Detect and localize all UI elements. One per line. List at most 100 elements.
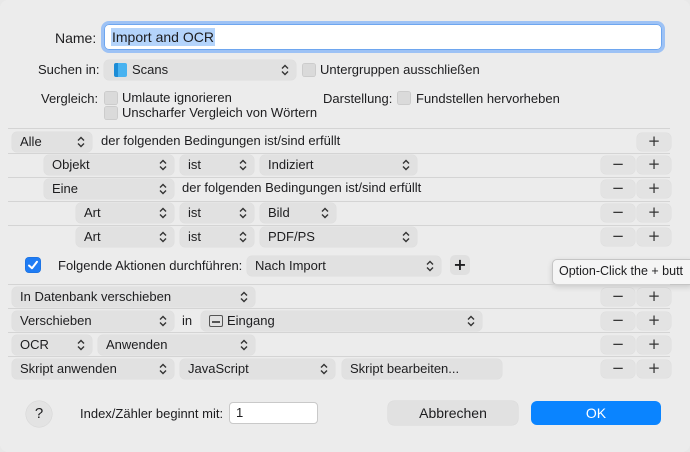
- chevron-updown-icon: [158, 155, 168, 175]
- condition-field-popup[interactable]: Objekt: [44, 155, 174, 175]
- chevron-updown-icon: [238, 155, 248, 175]
- exclude-subgroups-checkbox[interactable]: [302, 63, 316, 77]
- destination-popup[interactable]: Eingang: [201, 311, 482, 331]
- group-mode-popup[interactable]: Eine: [44, 179, 174, 199]
- action-type-popup[interactable]: OCR: [12, 335, 92, 355]
- search-location-value: Scans: [132, 62, 169, 77]
- perform-actions-label: Folgende Aktionen durchführen:: [58, 258, 243, 273]
- remove-condition-button[interactable]: −: [601, 204, 635, 222]
- add-condition-button[interactable]: +: [637, 156, 671, 174]
- perform-actions-checkbox[interactable]: [25, 257, 41, 273]
- action-type-popup[interactable]: Verschieben: [12, 311, 174, 331]
- action-type-popup[interactable]: Skript anwenden: [12, 359, 174, 379]
- divider: [8, 201, 670, 202]
- divider: [8, 153, 670, 154]
- chevron-updown-icon: [401, 155, 411, 175]
- chevron-updown-icon: [76, 132, 86, 152]
- divider: [8, 225, 670, 226]
- destination-value: Eingang: [227, 313, 275, 328]
- divider: [8, 128, 670, 129]
- script-language-popup[interactable]: JavaScript: [180, 359, 335, 379]
- chevron-updown-icon: [158, 179, 168, 199]
- add-action-button[interactable]: +: [637, 312, 671, 330]
- action-trigger-popup[interactable]: Nach Import: [247, 256, 441, 276]
- smart-rule-dialog: Name: Import and OCR Suchen in: Scans Un…: [0, 0, 690, 452]
- add-action-button[interactable]: +: [637, 288, 671, 306]
- add-condition-button[interactable]: +: [637, 228, 671, 246]
- in-label: in: [182, 313, 193, 328]
- ok-button[interactable]: OK: [531, 401, 661, 425]
- tooltip: Option-Click the + butt: [552, 259, 690, 285]
- ocr-mode-popup[interactable]: Anwenden: [98, 335, 255, 355]
- condition-value-popup[interactable]: Bild: [260, 203, 336, 223]
- ignore-umlauts-checkbox[interactable]: [104, 91, 118, 105]
- highlight-matches-label: Fundstellen hervorheben: [416, 91, 560, 106]
- condition-value-popup[interactable]: PDF/PS: [260, 227, 417, 247]
- condition-field-value: Art: [84, 205, 101, 220]
- condition-operator-value: ist: [188, 205, 201, 220]
- index-start-input[interactable]: 1: [229, 402, 318, 424]
- edit-script-button[interactable]: Skript bearbeiten...: [342, 359, 502, 379]
- search-in-label: Suchen in:: [38, 62, 100, 77]
- fuzzy-compare-checkbox[interactable]: [104, 106, 118, 120]
- divider: [8, 308, 670, 309]
- chevron-updown-icon: [158, 359, 168, 379]
- condition-operator-popup[interactable]: ist: [180, 227, 254, 247]
- divider: [8, 356, 670, 357]
- condition-operator-value: ist: [188, 157, 201, 172]
- action-type-popup[interactable]: In Datenbank verschieben: [12, 287, 255, 307]
- remove-action-button[interactable]: −: [601, 288, 635, 306]
- search-location-popup[interactable]: Scans: [104, 60, 296, 80]
- add-action-button[interactable]: +: [637, 336, 671, 354]
- chevron-updown-icon: [76, 335, 86, 355]
- condition-field-popup[interactable]: Art: [76, 203, 174, 223]
- help-button[interactable]: ?: [26, 401, 52, 427]
- chevron-updown-icon: [466, 311, 476, 331]
- fuzzy-compare-label: Unscharfer Vergleich von Wörtern: [122, 105, 318, 120]
- highlight-matches-checkbox[interactable]: [397, 91, 411, 105]
- add-condition-button[interactable]: +: [637, 204, 671, 222]
- remove-condition-button[interactable]: −: [601, 180, 635, 198]
- chevron-updown-icon: [401, 227, 411, 247]
- condition-operator-popup[interactable]: ist: [180, 155, 254, 175]
- condition-value-value: Bild: [268, 205, 290, 220]
- condition-field-value: Art: [84, 229, 101, 244]
- chevron-updown-icon: [425, 256, 435, 276]
- chevron-updown-icon: [158, 227, 168, 247]
- root-conditions-text: der folgenden Bedingungen ist/sind erfül…: [101, 133, 341, 148]
- add-condition-button[interactable]: +: [637, 133, 671, 151]
- action-type-value: Verschieben: [20, 313, 92, 328]
- inbox-icon: [209, 315, 223, 327]
- edit-script-label: Skript bearbeiten...: [350, 361, 460, 376]
- chevron-updown-icon: [238, 227, 248, 247]
- remove-action-button[interactable]: −: [601, 360, 635, 378]
- condition-operator-popup[interactable]: ist: [180, 203, 254, 223]
- remove-action-button[interactable]: −: [601, 336, 635, 354]
- ocr-mode-value: Anwenden: [106, 337, 168, 352]
- cancel-button[interactable]: Abbrechen: [388, 401, 518, 425]
- action-trigger-value: Nach Import: [255, 258, 326, 273]
- remove-condition-button[interactable]: −: [601, 156, 635, 174]
- chevron-updown-icon: [158, 311, 168, 331]
- compare-label: Vergleich:: [41, 91, 99, 106]
- name-label: Name:: [55, 30, 97, 46]
- root-mode-value: Alle: [20, 134, 42, 149]
- name-input-value: Import and OCR: [111, 28, 215, 46]
- remove-condition-button[interactable]: −: [601, 228, 635, 246]
- action-type-value: Skript anwenden: [20, 361, 117, 376]
- chevron-updown-icon: [239, 287, 249, 307]
- condition-field-popup[interactable]: Art: [76, 227, 174, 247]
- add-action-button[interactable]: +: [637, 360, 671, 378]
- chevron-updown-icon: [320, 203, 330, 223]
- condition-value-value: Indiziert: [268, 157, 314, 172]
- add-condition-button[interactable]: +: [637, 180, 671, 198]
- remove-action-button[interactable]: −: [601, 312, 635, 330]
- condition-value-popup[interactable]: Indiziert: [260, 155, 417, 175]
- add-trigger-button[interactable]: +: [450, 255, 470, 275]
- chevron-updown-icon: [238, 203, 248, 223]
- root-mode-popup[interactable]: Alle: [12, 132, 92, 152]
- chevron-updown-icon: [280, 60, 290, 80]
- chevron-updown-icon: [158, 203, 168, 223]
- divider: [8, 284, 670, 285]
- name-input[interactable]: Import and OCR: [104, 24, 662, 50]
